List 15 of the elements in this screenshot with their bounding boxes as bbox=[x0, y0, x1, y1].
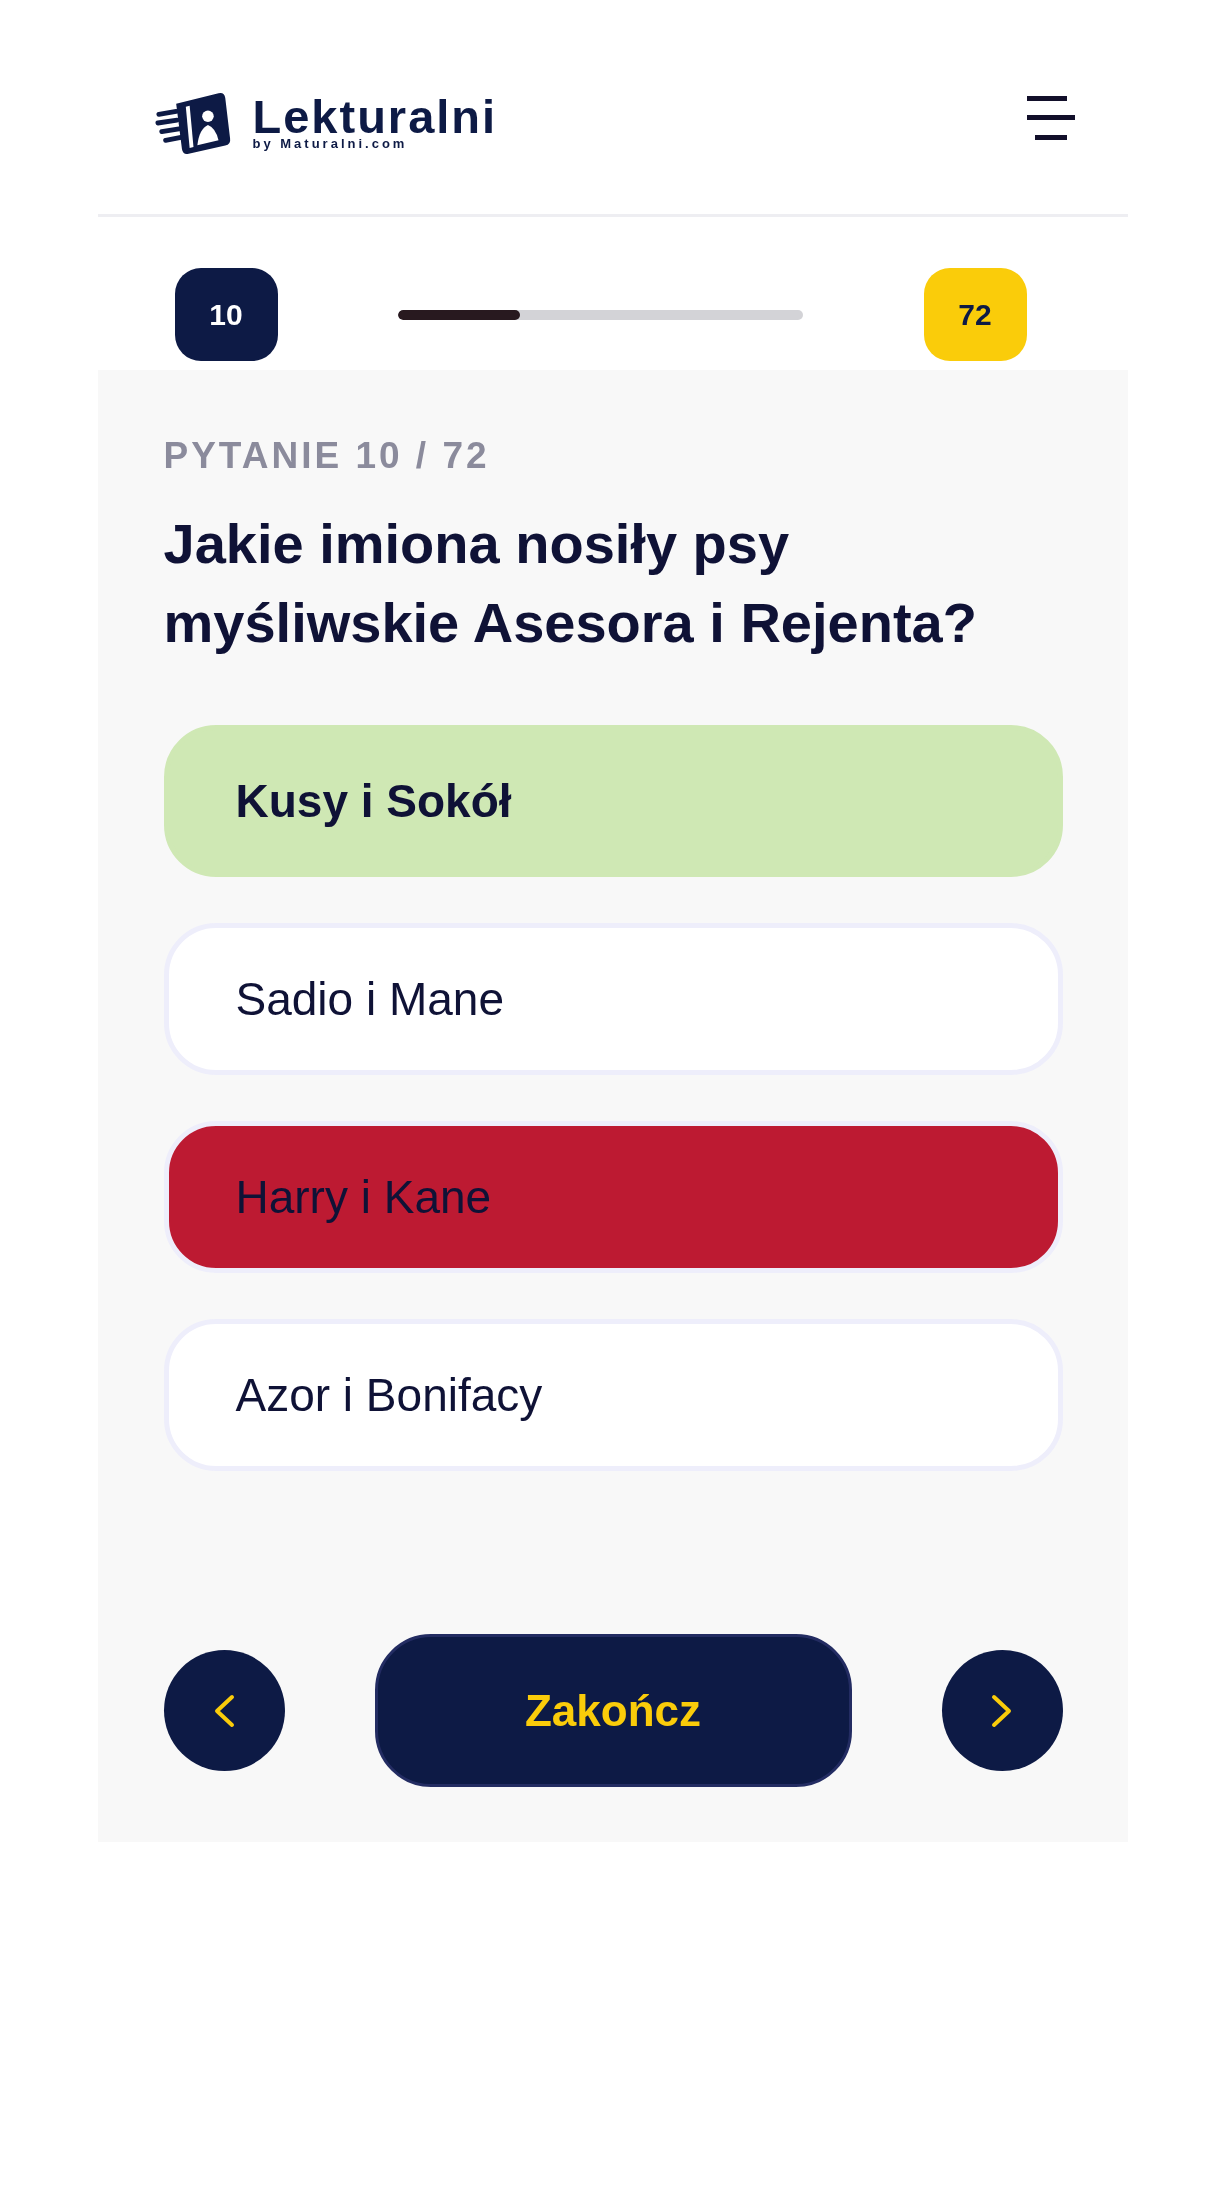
book-logo-icon bbox=[154, 90, 232, 156]
answer-option[interactable]: Kusy i Sokół bbox=[163, 725, 1063, 877]
total-questions-badge: 72 bbox=[923, 268, 1027, 361]
chevron-left-icon bbox=[213, 1693, 235, 1728]
brand-tagline: by Maturalni.com bbox=[252, 136, 409, 150]
brand-name: Lekturalni bbox=[252, 96, 498, 137]
answer-option[interactable]: Sadio i Mane bbox=[163, 923, 1063, 1075]
question-number: PYTANIE 10 / 72 bbox=[163, 437, 491, 474]
menu-icon bbox=[1026, 96, 1075, 140]
current-question-badge: 10 bbox=[174, 268, 278, 361]
question-text: Jakie imiona nosiły psy myśliwskie Asesora i Rejenta? bbox=[163, 511, 978, 656]
answer-option[interactable]: Azor i Bonifacy bbox=[163, 1319, 1063, 1471]
finish-button[interactable]: Zakończ bbox=[374, 1634, 852, 1787]
chevron-right-icon bbox=[991, 1693, 1013, 1728]
menu-button[interactable] bbox=[1026, 96, 1075, 140]
